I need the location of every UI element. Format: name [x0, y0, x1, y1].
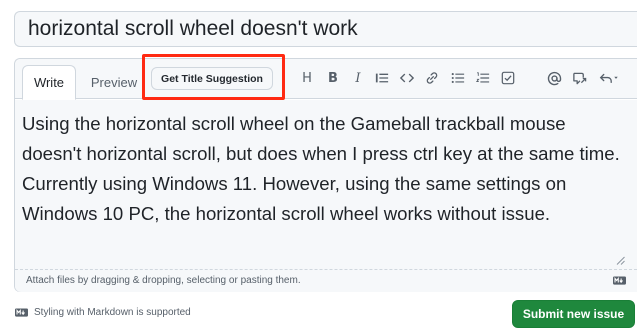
mention-icon[interactable]	[547, 69, 562, 87]
italic-icon[interactable]: I	[351, 69, 365, 87]
task-list-icon[interactable]	[501, 69, 515, 87]
comment-body-textarea[interactable]: Using the horizontal scroll wheel on the…	[15, 100, 637, 270]
numbered-list-icon[interactable]	[476, 69, 490, 87]
link-icon[interactable]	[425, 69, 439, 87]
resize-grip-icon[interactable]	[616, 256, 625, 265]
code-icon[interactable]	[400, 69, 414, 87]
markdown-support-note[interactable]: Styling with Markdown is supported	[15, 307, 191, 318]
markdown-support-text: Styling with Markdown is supported	[34, 307, 191, 318]
attach-files-hint: Attach files by dragging & dropping, sel…	[26, 275, 301, 286]
bold-icon[interactable]: B	[326, 69, 340, 87]
comment-editor: Write Preview Get Title Suggestion H B I	[14, 54, 637, 292]
bulleted-list-icon[interactable]	[451, 69, 465, 87]
tab-preview[interactable]: Preview	[83, 65, 145, 100]
tab-write[interactable]: Write	[22, 65, 76, 100]
issue-title-input[interactable]: horizontal scroll wheel doesn't work	[14, 11, 637, 47]
get-title-suggestion-button[interactable]: Get Title Suggestion	[151, 67, 273, 90]
markdown-icon	[15, 308, 28, 317]
markdown-icon[interactable]	[613, 276, 626, 285]
comment-body-text: Using the horizontal scroll wheel on the…	[22, 113, 620, 224]
undo-icon[interactable]	[598, 69, 620, 87]
editor-tab-bar: Write Preview Get Title Suggestion H B I	[15, 54, 637, 100]
quote-icon[interactable]	[375, 69, 389, 87]
heading-icon[interactable]: H	[300, 69, 314, 87]
submit-new-issue-button[interactable]: Submit new issue	[512, 300, 635, 328]
reference-icon[interactable]	[572, 69, 587, 87]
attach-files-bar[interactable]: Attach files by dragging & dropping, sel…	[15, 270, 637, 292]
